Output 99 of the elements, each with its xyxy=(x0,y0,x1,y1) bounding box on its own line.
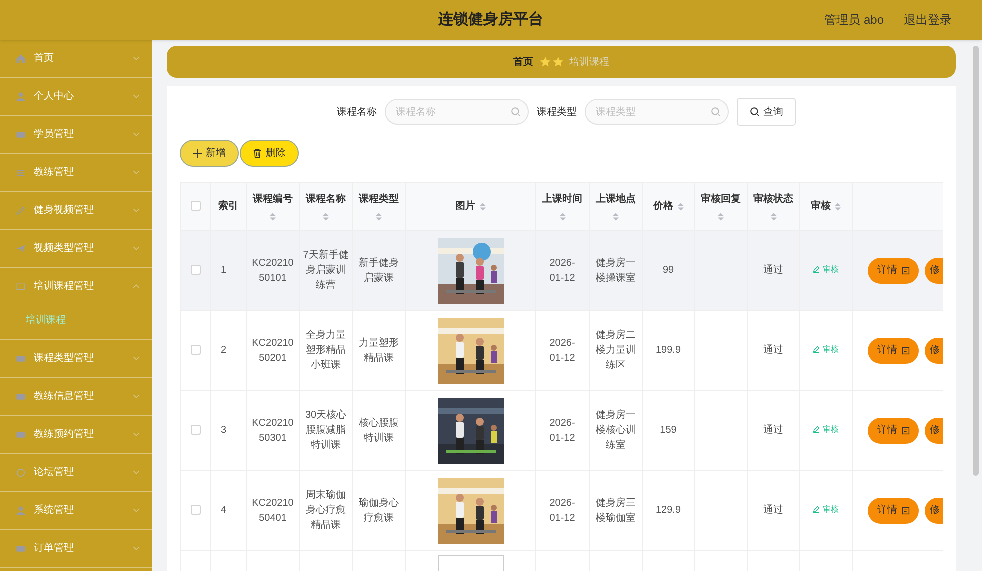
search-icon xyxy=(511,107,521,117)
table-cell: 99 xyxy=(662,265,674,276)
pencil-icon xyxy=(813,426,820,433)
search-field[interactable]: 课程名称 xyxy=(385,99,529,125)
plus-icon xyxy=(193,149,202,158)
search-icon xyxy=(750,107,760,117)
row-checkbox[interactable] xyxy=(190,265,200,276)
pencil-icon xyxy=(16,206,26,216)
detail-button[interactable]: 详情 xyxy=(868,498,919,524)
delete-button[interactable]: 删除 xyxy=(240,140,299,167)
table-cell: 通过 xyxy=(764,505,784,516)
document-icon xyxy=(902,426,910,434)
column-header[interactable]: 审核 xyxy=(811,199,831,214)
broken-image-icon xyxy=(438,555,504,571)
edit-button[interactable]: 修 xyxy=(925,258,943,284)
row-checkbox[interactable] xyxy=(190,425,200,436)
table-cell: KC2021050101 xyxy=(252,258,294,284)
pencil-icon xyxy=(813,266,820,273)
table-cell: 新手健身启蒙课 xyxy=(359,258,399,284)
table-cell: KC2021050301 xyxy=(252,418,294,444)
logout-link[interactable]: 退出登录 xyxy=(904,11,952,29)
table-cell: KC2021050201 xyxy=(252,338,294,364)
table-cell: 周末瑜伽身心疗愈精品课 xyxy=(306,490,346,531)
card-icon xyxy=(16,544,26,554)
search-icon xyxy=(711,107,721,117)
trash-icon xyxy=(253,149,262,158)
row-checkbox[interactable] xyxy=(190,201,200,212)
table-cell: 通过 xyxy=(764,345,784,356)
breadcrumb-link[interactable]: 首页 xyxy=(514,54,534,70)
app-title: 连锁健身房平台 xyxy=(438,10,544,30)
table-cell: 159 xyxy=(660,425,677,436)
card-icon xyxy=(16,430,26,440)
document-icon xyxy=(902,266,910,274)
table-cell: 3 xyxy=(221,425,227,436)
table-cell: 4 xyxy=(221,505,227,516)
table-cell: 2 xyxy=(221,345,227,356)
circle-icon xyxy=(16,468,26,478)
search-field[interactable]: 课程类型 xyxy=(585,99,729,125)
table-cell: 7天新手健身启蒙训练营 xyxy=(303,250,349,291)
table-cell: 1 xyxy=(221,265,227,276)
sort-icon[interactable] xyxy=(613,213,619,221)
table-cell: 2026-01-12 xyxy=(550,418,576,444)
sort-icon[interactable] xyxy=(480,202,486,210)
column-header[interactable]: 价格 xyxy=(654,199,674,214)
table-cell: KC2021050401 xyxy=(252,498,294,524)
table-cell: 通过 xyxy=(764,265,784,276)
field-label: 课程名称 xyxy=(337,106,377,120)
card-icon xyxy=(16,130,26,140)
card-icon xyxy=(16,354,26,364)
detail-button[interactable]: 详情 xyxy=(868,338,919,364)
list-icon xyxy=(16,168,26,178)
table-cell: 2026-01-12 xyxy=(550,338,576,364)
sort-icon[interactable] xyxy=(718,213,724,221)
table-cell: 健身房二楼力量训练区 xyxy=(596,330,636,371)
square-icon xyxy=(16,282,26,292)
table-cell: 通过 xyxy=(764,425,784,436)
sort-icon[interactable] xyxy=(270,213,276,221)
column-header[interactable]: 图片 xyxy=(456,199,476,214)
edit-button[interactable]: 修 xyxy=(925,498,943,524)
table-cell: 健身房一楼核心训练室 xyxy=(596,410,636,451)
sort-icon[interactable] xyxy=(835,202,841,210)
user-icon xyxy=(16,506,26,516)
sort-icon[interactable] xyxy=(678,202,684,210)
table-cell: 瑜伽身心疗愈课 xyxy=(359,498,399,524)
table-cell: 健身房三楼瑜伽室 xyxy=(596,498,636,524)
column-header[interactable]: 索引 xyxy=(218,199,238,214)
detail-button[interactable]: 详情 xyxy=(868,418,919,444)
table-cell: 129.9 xyxy=(656,505,682,516)
separator-icon xyxy=(540,56,564,68)
table-cell: 核心腰腹特训课 xyxy=(359,418,399,444)
user-icon xyxy=(16,92,26,102)
user-name: 管理员 abo xyxy=(824,12,884,29)
sort-icon[interactable] xyxy=(323,213,329,221)
document-icon xyxy=(902,506,910,514)
field-label: 课程类型 xyxy=(537,106,577,120)
table-cell: 健身房一楼操课室 xyxy=(596,258,636,284)
edit-button[interactable]: 修 xyxy=(925,418,943,444)
paper-plane-icon xyxy=(16,244,26,254)
table-cell: 力量塑形精品课 xyxy=(359,338,399,364)
table-cell: 30天核心腰腹减脂特训课 xyxy=(305,410,347,451)
scrollbar-thumb[interactable] xyxy=(973,46,979,476)
sort-icon[interactable] xyxy=(560,213,566,221)
sort-icon[interactable] xyxy=(376,213,382,221)
table-cell: 2026-01-12 xyxy=(550,498,576,524)
table-cell: 2026-01-12 xyxy=(550,258,576,284)
sort-icon[interactable] xyxy=(770,213,776,221)
document-icon xyxy=(902,346,910,354)
row-checkbox[interactable] xyxy=(190,505,200,516)
pencil-icon xyxy=(813,346,820,353)
pencil-icon xyxy=(813,506,820,513)
search-button[interactable]: 查询 xyxy=(737,98,796,126)
table-cell: 全身力量塑形精品小班课 xyxy=(306,330,346,371)
row-checkbox[interactable] xyxy=(190,345,200,356)
home-icon xyxy=(16,54,26,64)
table-cell: 199.9 xyxy=(656,345,682,356)
add-button[interactable]: 新增 xyxy=(180,140,239,167)
detail-button[interactable]: 详情 xyxy=(868,258,919,284)
card-icon xyxy=(16,392,26,402)
edit-button[interactable]: 修 xyxy=(925,338,943,364)
